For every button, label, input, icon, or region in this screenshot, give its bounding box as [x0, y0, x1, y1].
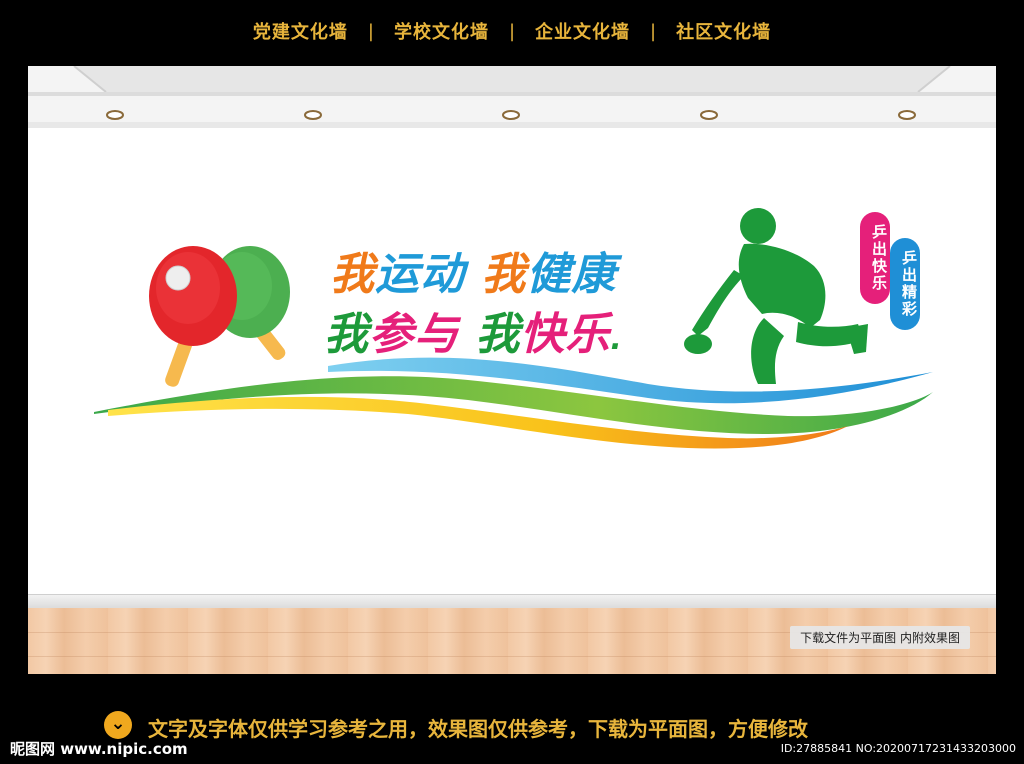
nav-item-school[interactable]: 学校文化墙	[374, 18, 509, 44]
nav-item-party[interactable]: 党建文化墙	[233, 18, 368, 44]
nav-item-enterprise[interactable]: 企业文化墙	[515, 18, 650, 44]
image-id: ID:27885841 NO:20200717231433203000	[780, 742, 1016, 755]
top-nav: 党建文化墙 | 学校文化墙 | 企业文化墙 | 社区文化墙	[0, 0, 1024, 62]
download-notice: 下载文件为平面图 内附效果图	[790, 626, 970, 649]
slogan-word: 健康	[526, 249, 617, 300]
nav-item-community[interactable]: 社区文化墙	[656, 18, 791, 44]
slogan-line-1: 我运动 我健康	[330, 238, 616, 302]
disclaimer-text: 文字及字体仅供学习参考之用，效果图仅供参考，下载为平面图，方便修改	[148, 717, 808, 741]
slogan-word: 我	[475, 309, 521, 360]
slogan-word: 运动	[375, 249, 465, 300]
table-tennis-player-icon	[684, 208, 868, 384]
slogan-word: 参与	[369, 309, 459, 360]
pill-wonderful: 乒出精彩	[890, 238, 920, 330]
slogan-word: 我	[330, 249, 375, 300]
pill-happy: 乒出快乐	[860, 212, 890, 304]
slogan-word: 我	[324, 309, 369, 360]
slogan-word: 我	[481, 249, 527, 300]
site-logo[interactable]: 昵图网 www.nipic.com	[10, 738, 188, 759]
red-paddle-icon	[149, 246, 237, 387]
chevron-down-icon: ⌄	[104, 711, 132, 739]
wall-scene: 我运动 我健康 我参与 我快乐. 乒出快乐 乒出精彩 下载文件为平面图 内附效果…	[28, 66, 996, 674]
slogan-line-2: 我参与 我快乐.	[324, 309, 623, 360]
baseboard	[28, 594, 996, 608]
slogan-word: 快乐	[520, 309, 611, 360]
